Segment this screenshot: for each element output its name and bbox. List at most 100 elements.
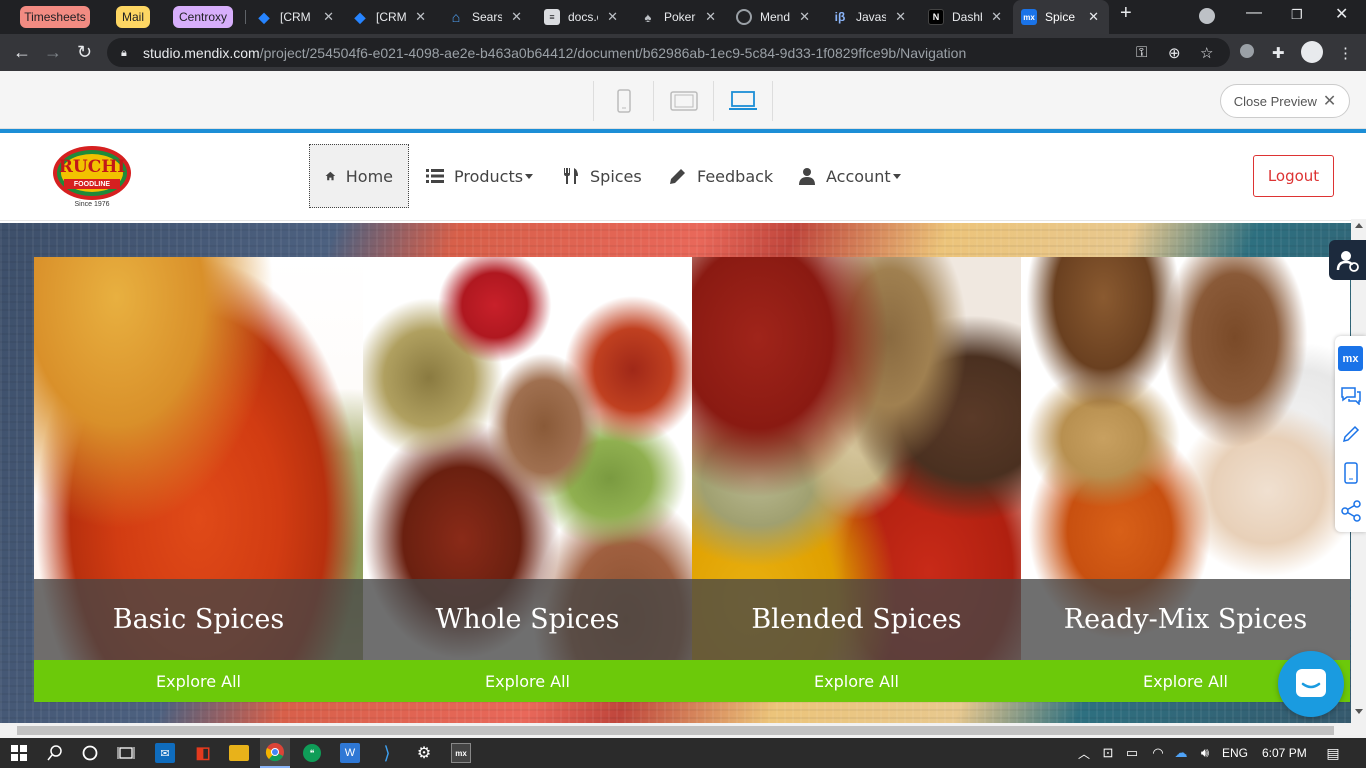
close-icon[interactable]: ✕	[705, 9, 716, 25]
browser-tab[interactable]: N Dashb ✕	[920, 0, 1012, 34]
office-icon[interactable]: ◧	[193, 743, 213, 763]
bookmark-star-icon[interactable]: ☆	[1200, 44, 1213, 62]
tab-title: Sears	[472, 10, 502, 24]
tab-group-mail[interactable]: Mail	[116, 6, 150, 28]
clock-time[interactable]: 6:07 PM	[1262, 746, 1307, 760]
profile-avatar-icon[interactable]	[1301, 41, 1323, 63]
chevron-up-icon[interactable]: ︿	[1074, 743, 1094, 763]
new-tab-icon[interactable]: +	[1120, 2, 1132, 25]
nav-products[interactable]: Products	[426, 144, 534, 208]
zoom-icon[interactable]: ⊕	[1168, 44, 1181, 62]
windows-start-icon[interactable]	[9, 743, 29, 763]
tab-group-timesheets[interactable]: Timesheets	[20, 6, 90, 28]
task-view-icon[interactable]	[116, 743, 136, 763]
close-icon[interactable]: ✕	[799, 9, 810, 25]
battery-icon[interactable]: ▭	[1122, 743, 1142, 763]
browser-tab[interactable]: ◆ [CRM ✕	[248, 0, 344, 34]
close-preview-button[interactable]: Close Preview ✕	[1220, 84, 1350, 118]
close-icon[interactable]: ✕	[895, 9, 906, 25]
menu-dots-icon[interactable]: ⋮	[1338, 44, 1353, 62]
tab-group-label: Timesheets	[24, 10, 86, 24]
explore-all-button[interactable]: Explore All	[692, 660, 1021, 702]
close-icon[interactable]: ✕	[1088, 9, 1099, 25]
tab-group-centroxy[interactable]: Centroxy	[173, 6, 233, 28]
user-settings-tab[interactable]	[1329, 240, 1366, 280]
category-card-ready-mix[interactable]: Ready-Mix Spices Explore All	[1021, 257, 1350, 702]
close-icon[interactable]: ✕	[323, 9, 334, 25]
tab-title: Mend	[760, 10, 790, 24]
close-icon[interactable]: ✕	[607, 9, 618, 25]
wifi-icon[interactable]: ◠	[1148, 743, 1168, 763]
scrollbar-thumb[interactable]	[17, 726, 1334, 735]
ib-icon: iβ	[834, 10, 846, 24]
explore-all-button[interactable]: Explore All	[34, 660, 363, 702]
scroll-down-icon[interactable]	[1355, 709, 1363, 714]
category-card-blended[interactable]: Blended Spices Explore All	[692, 257, 1021, 702]
scroll-up-icon[interactable]	[1355, 223, 1363, 228]
logout-button[interactable]: Logout	[1253, 155, 1334, 197]
tab-separator	[245, 10, 246, 24]
extension-icon[interactable]	[1240, 44, 1254, 58]
mendix-app-icon[interactable]: mx	[451, 743, 471, 763]
browser-tab[interactable]: ≡ docs.c ✕	[536, 0, 628, 34]
restore-icon[interactable]: ❐	[1291, 7, 1303, 23]
nav-feedback[interactable]: Feedback	[668, 144, 773, 208]
writer-icon[interactable]: W	[340, 743, 360, 763]
language-indicator[interactable]: ENG	[1222, 746, 1248, 760]
notification-icon[interactable]: ▤	[1323, 743, 1343, 763]
puzzle-icon[interactable]: ✚	[1272, 44, 1285, 62]
intercom-chat-button[interactable]	[1278, 651, 1344, 717]
mobile-icon[interactable]	[1338, 460, 1363, 485]
address-bar[interactable]: 🔒︎ studio.mendix.com/project/254504f6-e0…	[107, 38, 1230, 67]
card-title-band: Blended Spices	[692, 579, 1021, 660]
search-icon[interactable]	[45, 743, 65, 763]
browser-tab[interactable]: Mend ✕	[728, 0, 820, 34]
back-icon[interactable]: ←	[13, 42, 31, 63]
onedrive-icon[interactable]: ☁	[1171, 743, 1191, 763]
desktop-view-button[interactable]	[713, 81, 773, 121]
jira-icon: ◆	[258, 8, 270, 25]
phone-icon	[616, 89, 631, 113]
mx-icon[interactable]: mx	[1338, 346, 1363, 371]
nav-home[interactable]: Home	[309, 144, 409, 208]
horizontal-scrollbar[interactable]	[0, 723, 1366, 738]
category-card-basic[interactable]: Basic Spices Explore All	[34, 257, 363, 702]
ruchi-logo[interactable]: RUCHI FOODLINE Since 1976	[52, 145, 134, 211]
browser-tab[interactable]: ⌂ Sears ✕	[440, 0, 532, 34]
close-icon[interactable]: ✕	[415, 9, 426, 25]
nav-home-label: Home	[345, 166, 393, 186]
browser-tab[interactable]: ◆ [CRM ✕	[344, 0, 436, 34]
forward-icon[interactable]: →	[44, 42, 62, 63]
explore-all-button[interactable]: Explore All	[363, 660, 692, 702]
volume-icon[interactable]: 🔊︎	[1195, 743, 1215, 763]
chat-icon[interactable]	[1338, 382, 1363, 407]
window-close-icon[interactable]: ✕	[1335, 4, 1348, 24]
explore-label: Explore All	[485, 671, 570, 691]
close-icon[interactable]: ✕	[511, 9, 522, 25]
pencil-icon[interactable]	[1338, 421, 1363, 446]
lock-icon: 🔒︎	[121, 46, 127, 59]
mail-app-icon[interactable]: ✉	[155, 743, 175, 763]
browser-tab[interactable]: ♠ Poker ✕	[632, 0, 726, 34]
cutlery-icon	[564, 168, 578, 184]
tab-search-icon[interactable]	[1199, 8, 1215, 24]
nav-spices[interactable]: Spices	[562, 144, 642, 208]
key-icon[interactable]: ⚿	[1136, 44, 1147, 61]
nav-account[interactable]: Account	[798, 144, 901, 208]
minimize-icon[interactable]: —	[1246, 4, 1262, 22]
reload-icon[interactable]: ↻	[77, 42, 92, 63]
close-icon[interactable]: ✕	[991, 9, 1002, 25]
chrome-taskbar-icon[interactable]	[260, 738, 290, 768]
share-icon[interactable]	[1338, 498, 1363, 523]
hangouts-icon[interactable]: ❝	[303, 744, 321, 762]
category-card-whole[interactable]: Whole Spices Explore All	[363, 257, 692, 702]
vscode-icon[interactable]: ⟩	[377, 743, 397, 763]
browser-tab[interactable]: iβ Javasc ✕	[824, 0, 916, 34]
security-icon[interactable]: ⊡	[1098, 743, 1118, 763]
cortana-icon[interactable]	[80, 743, 100, 763]
browser-tab-active[interactable]: mx Spice ✕	[1013, 0, 1109, 34]
file-explorer-icon[interactable]	[229, 745, 249, 761]
settings-gear-icon[interactable]: ⚙	[414, 743, 434, 763]
phone-view-button[interactable]	[593, 81, 653, 121]
tablet-view-button[interactable]	[653, 81, 713, 121]
